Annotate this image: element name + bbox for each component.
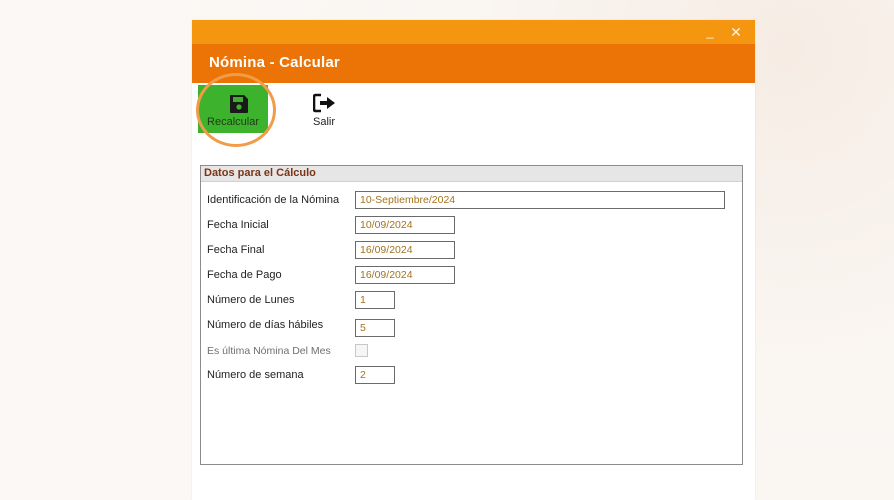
group-title: Datos para el Cálculo <box>204 167 316 179</box>
identificacion-field[interactable]: 10-Septiembre/2024 <box>355 191 725 209</box>
recalcular-label: Recalcular <box>207 116 259 128</box>
fecha-final-label: Fecha Final <box>207 244 265 256</box>
group-header: Datos para el Cálculo <box>201 166 742 182</box>
fecha-final-field[interactable]: 16/09/2024 <box>355 241 455 259</box>
ultima-nomina-checkbox[interactable] <box>355 344 368 357</box>
recalcular-button[interactable]: Recalcular <box>198 85 268 133</box>
dias-habiles-field[interactable]: 5 <box>355 319 395 337</box>
minimize-button[interactable]: _ <box>698 21 722 43</box>
exit-arrow-icon <box>312 93 337 116</box>
numero-semana-field[interactable]: 2 <box>355 366 395 384</box>
floppy-disk-icon <box>228 93 250 118</box>
fecha-inicial-field[interactable]: 10/09/2024 <box>355 216 455 234</box>
numero-lunes-label: Número de Lunes <box>207 294 295 306</box>
salir-button[interactable]: Salir <box>304 85 344 133</box>
numero-lunes-field[interactable]: 1 <box>355 291 395 309</box>
page-title: Nómina - Calcular <box>209 54 340 71</box>
dias-habiles-label: Número de días hábiles <box>207 319 324 331</box>
form-header: Nómina - Calcular <box>192 44 755 83</box>
ultima-nomina-label: Es última Nómina Del Mes <box>207 345 331 357</box>
nomina-calcular-window: _ ✕ Nómina - Calcular Recalcular Salir D… <box>192 20 755 500</box>
datos-calculo-group: Datos para el Cálculo Identificación de … <box>200 165 743 465</box>
fecha-pago-field[interactable]: 16/09/2024 <box>355 266 455 284</box>
title-bar: _ ✕ <box>192 20 755 44</box>
salir-label: Salir <box>312 116 335 128</box>
numero-semana-label: Número de semana <box>207 369 304 381</box>
fecha-inicial-label: Fecha Inicial <box>207 219 269 231</box>
fecha-pago-label: Fecha de Pago <box>207 269 282 281</box>
identificacion-label: Identificación de la Nómina <box>207 194 340 206</box>
close-button[interactable]: ✕ <box>724 21 748 43</box>
